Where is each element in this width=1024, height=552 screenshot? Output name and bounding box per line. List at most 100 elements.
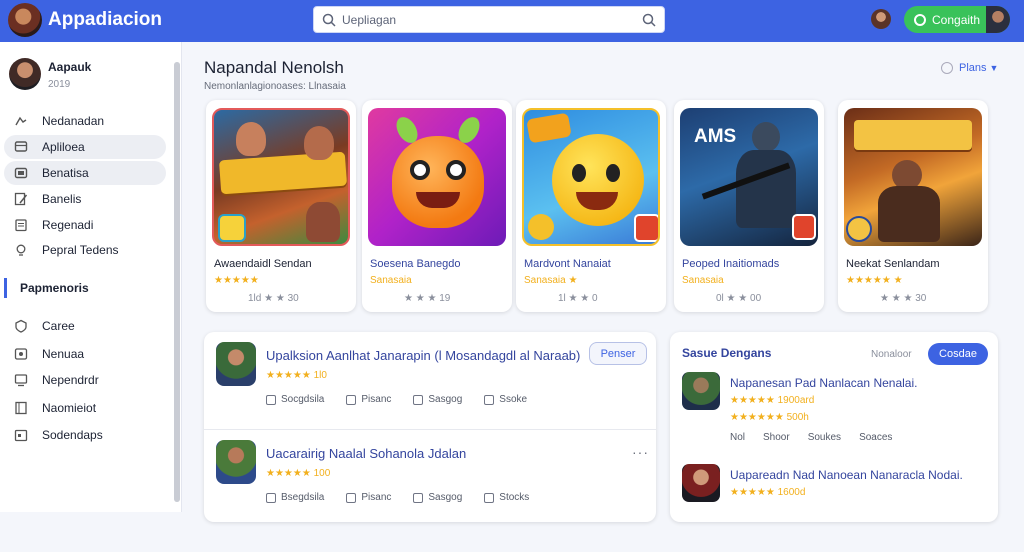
sidebar-item-label: Naomieiot — [42, 401, 97, 415]
sidebar-item-naomieiot[interactable]: Naomieiot — [4, 396, 166, 420]
panel-button[interactable]: Cosdae — [928, 343, 988, 365]
search-submit-icon[interactable] — [642, 13, 656, 27]
card-app-name: Mardvont Nanaiat — [524, 258, 611, 270]
featured-app-card[interactable]: AMS Peoped Inaitiomads Sanasaia 0l ★ ★ 0… — [674, 100, 824, 312]
lightbulb-icon — [16, 244, 26, 256]
artwork-text: AMS — [694, 126, 737, 147]
list-item-actions: Nol Shoor Soukes Soaces — [730, 432, 892, 443]
list-item-title: Uapareadn Nad Nanoean Nanaracla Nodai. — [730, 468, 963, 482]
bookmark-icon — [484, 394, 495, 405]
featured-app-card[interactable]: Soesena Banegdo Sanasaia ★ ★ ★ 19 — [362, 100, 512, 312]
share-action[interactable]: Soukes — [808, 432, 841, 443]
list-item-actions: Socgdsila Pisanc Sasgog Ssoke — [266, 394, 527, 405]
flag-action[interactable]: Nol — [730, 432, 745, 443]
sidebar-item-nependrdr[interactable]: Nependrdr — [4, 368, 166, 392]
sidebar-item-label: Banelis — [42, 192, 82, 206]
card-rating: Sanasaia — [682, 275, 724, 286]
monitor-icon — [14, 374, 28, 387]
search-icon — [322, 13, 336, 27]
app-title: Appadiacion — [48, 9, 163, 30]
heart-icon — [346, 394, 357, 405]
sidebar-item-banelis[interactable]: Banelis — [4, 187, 166, 211]
app-logo[interactable] — [8, 3, 42, 37]
sort-dropdown-label: Plans — [959, 62, 987, 74]
list-item-title: Upalksion Aanlhat Janarapin (l Mosandagd… — [266, 348, 581, 363]
action-label: Pisanc — [361, 394, 392, 405]
sidebar-item-label: Nedanadan — [42, 114, 105, 128]
gamepad-icon — [14, 348, 28, 360]
list-item[interactable]: Upalksion Aanlhat Janarapin (l Mosandagd… — [204, 332, 656, 428]
share-action[interactable]: Bsegdsila — [266, 492, 324, 503]
list-item[interactable]: Uapareadn Nad Nanoean Nanaracla Nodai. ★… — [682, 462, 992, 552]
bookmark-icon — [484, 492, 495, 503]
comment-action[interactable]: Sasgog — [413, 492, 462, 503]
notifications-avatar[interactable] — [871, 9, 891, 29]
like-action[interactable]: Shoor — [763, 432, 790, 443]
globe-icon — [914, 13, 926, 26]
action-label: Stocks — [499, 492, 530, 503]
action-label: Sasgog — [428, 394, 463, 405]
featured-section-subtitle: Nemonlanlagionoases: Llnasaia — [204, 81, 346, 92]
list-item-rating: ★★★★★ 100 — [266, 468, 331, 479]
featured-app-card[interactable]: Awaendaidl Sendan ★★★★★ 1ld ★ ★ 30 — [206, 100, 356, 312]
list-item-title: Uacarairig Naalal Sohanola Jdalan — [266, 446, 467, 461]
sidebar-item-nenuaa[interactable]: Nenuaa — [4, 342, 166, 366]
card-rating: Sanasaia ★ — [524, 275, 578, 286]
featured-app-card[interactable]: Neekat Senlandam ★★★★★ ★ ★ ★ ★ 30 — [838, 100, 988, 312]
more-options-icon[interactable]: ··· — [632, 444, 649, 460]
featured-app-card[interactable]: Mardvont Nanaiat Sanasaia ★ 1l ★ ★ 0 — [516, 100, 666, 312]
list-item-rating-secondary: ★★★★★★ 500h — [730, 412, 809, 423]
comment-action[interactable]: Sasgog — [413, 394, 462, 405]
search-input[interactable]: Uepliagan — [342, 13, 396, 27]
sidebar-item-label: Caree — [42, 319, 75, 333]
save-action[interactable]: Soaces — [859, 432, 892, 443]
app-list-panel: Upalksion Aanlhat Janarapin (l Mosandagd… — [204, 332, 656, 522]
save-action[interactable]: Stocks — [484, 492, 529, 503]
card-meta: ★ ★ ★ 30 — [880, 293, 927, 304]
comment-icon — [413, 394, 424, 405]
sidebar-item-label: Regenadi — [42, 218, 94, 232]
app-artwork — [368, 108, 506, 246]
connect-button-label: Congaith — [932, 12, 981, 27]
sidebar-item-nedanadan[interactable]: Nedanadan — [4, 109, 166, 133]
app-icon — [682, 464, 720, 502]
save-action[interactable]: Ssoke — [484, 394, 527, 405]
action-label: Socgdsila — [281, 394, 325, 405]
share-icon — [266, 394, 276, 405]
like-action[interactable]: Pisanc — [346, 492, 391, 503]
sidebar-item-label: Benatisa — [42, 166, 89, 180]
sidebar-item-regenadi[interactable]: Regenadi — [4, 213, 166, 237]
sidebar-item-sodendaps[interactable]: Sodendaps — [4, 423, 166, 447]
recommendations-panel: Sasue Dengans Nonaloor Cosdae Napanesan … — [670, 332, 998, 522]
like-action[interactable]: Pisanc — [346, 394, 391, 405]
shield-icon — [15, 319, 27, 333]
sidebar-item-apliloea[interactable]: Apliloea — [4, 135, 166, 159]
card-meta: ★ ★ ★ 19 — [404, 293, 451, 304]
apps-icon — [14, 141, 28, 152]
sidebar-scrollbar-thumb[interactable] — [174, 62, 180, 502]
panel-link[interactable]: Nonaloor — [871, 349, 912, 360]
action-label: Ssoke — [499, 394, 528, 405]
sidebar-item-caree[interactable]: Caree — [4, 314, 166, 338]
sidebar-item-label: Nenuaa — [42, 347, 85, 361]
filter-icon — [941, 62, 953, 74]
profile-avatar[interactable] — [9, 58, 41, 90]
sidebar-item-benatisa[interactable]: Benatisa — [4, 161, 166, 185]
share-action[interactable]: Socgdsila — [266, 394, 324, 405]
list-item-button[interactable]: Penser — [589, 342, 647, 365]
sidebar-section-heading: Papmenoris — [4, 278, 174, 298]
card-app-name: Soesena Banegdo — [370, 258, 461, 270]
sort-dropdown[interactable]: Plans ▼ — [941, 62, 998, 74]
panel-title: Sasue Dengans — [682, 346, 772, 360]
user-avatar[interactable] — [986, 6, 1010, 33]
search-bar[interactable]: Uepliagan — [313, 6, 665, 33]
action-label: Bsegdsila — [281, 492, 325, 503]
comment-icon — [413, 492, 424, 503]
sidebar-item-pepral-tedens[interactable]: Pepral Tedens — [4, 238, 166, 262]
sidebar-item-label: Apliloea — [42, 140, 85, 154]
profile-subtitle: 2019 — [48, 79, 71, 90]
sidebar-item-label: Nependrdr — [42, 373, 99, 387]
list-item[interactable]: Napanesan Pad Nanlacan Nenalai. ★★★★★ 19… — [682, 370, 992, 460]
card-app-name: Awaendaidl Sendan — [214, 258, 312, 270]
app-icon — [216, 342, 256, 386]
